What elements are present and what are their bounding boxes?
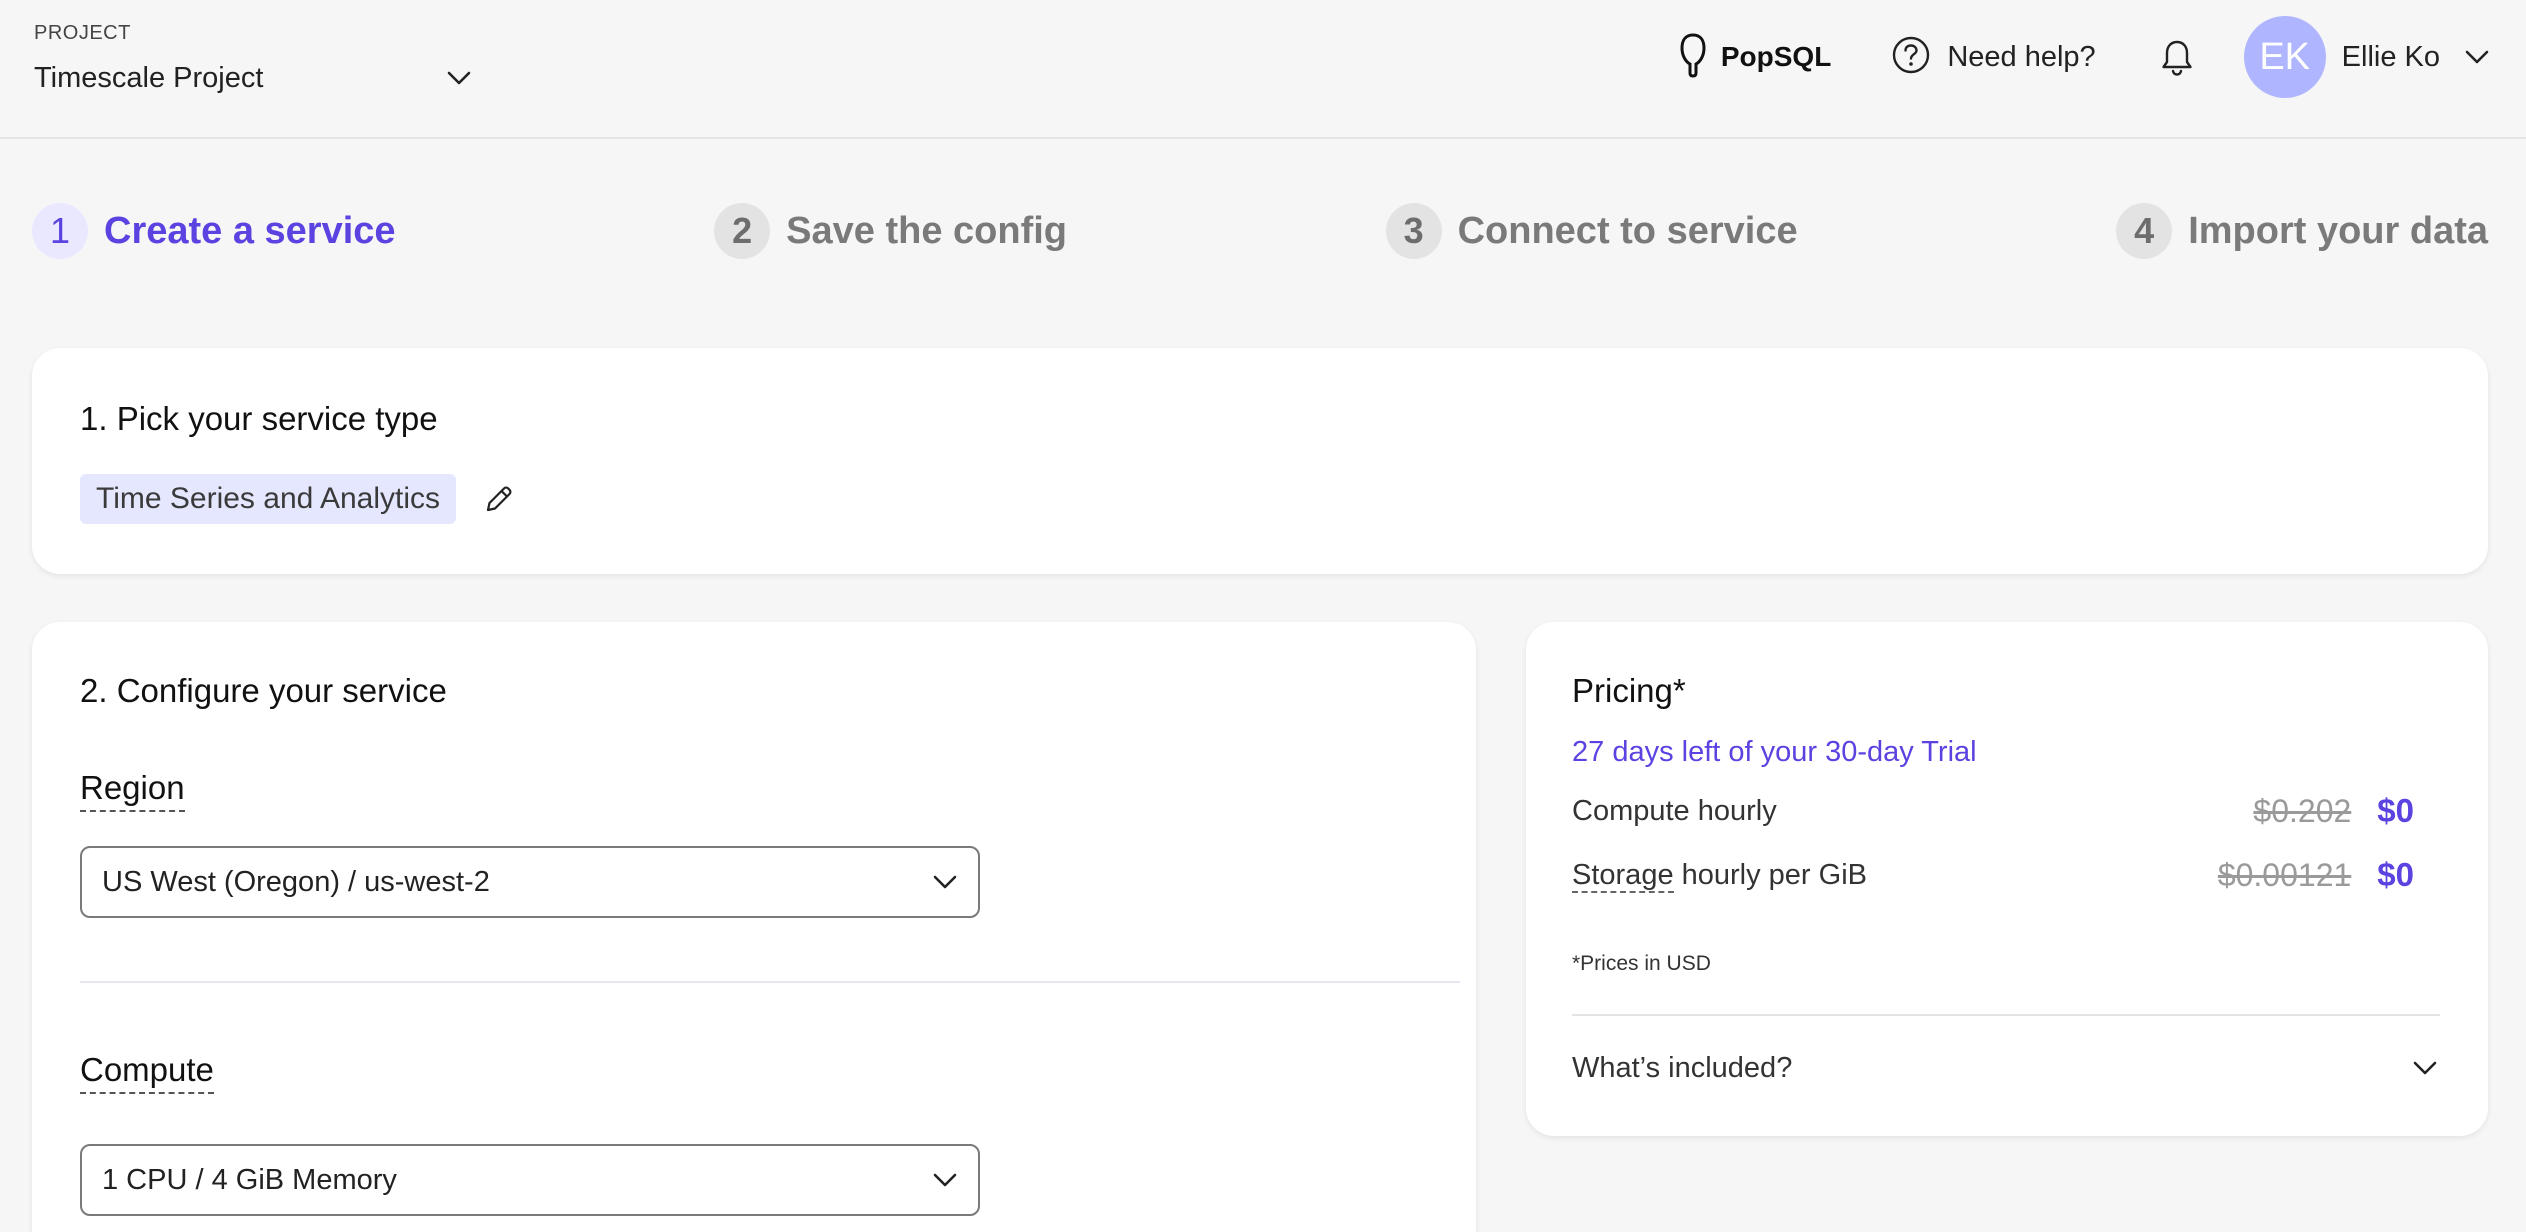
step-save-config[interactable]: 2 Save the config [714, 203, 1067, 259]
popsql-link[interactable]: PopSQL [1679, 32, 1831, 83]
step-number: 4 [2116, 203, 2173, 259]
section-divider [80, 981, 1460, 983]
project-selector[interactable]: Timescale Project [34, 58, 474, 98]
setup-stepper: 1 Create a service 2 Save the config 3 C… [32, 202, 2488, 260]
compute-price-values: $0.202 $0 [2253, 792, 2414, 830]
prices-note: *Prices in USD [1572, 952, 1711, 975]
project-label: PROJECT [34, 22, 131, 44]
service-type-row: Time Series and Analytics [80, 474, 516, 524]
popsql-icon [1679, 32, 1707, 83]
pencil-icon[interactable] [482, 482, 516, 516]
compute-price-row: Compute hourly $0.202 $0 [1572, 790, 2414, 832]
pricing-title: Pricing* [1572, 672, 1686, 709]
compute-old-price: $0.202 [2253, 792, 2352, 829]
step-label: Import your data [2188, 209, 2488, 252]
pricing-divider [1572, 1014, 2440, 1016]
storage-term[interactable]: Storage [1572, 858, 1674, 893]
storage-new-price: $0 [2377, 856, 2414, 893]
user-name: Ellie Ko [2341, 40, 2440, 73]
configure-title: 2. Configure your service [80, 672, 447, 709]
storage-label-rest: hourly per GiB [1673, 858, 1867, 891]
compute-value: 1 CPU / 4 GiB Memory [102, 1163, 397, 1196]
question-circle-icon [1891, 35, 1931, 80]
help-link[interactable]: Need help? [1891, 35, 2096, 80]
project-name: Timescale Project [34, 61, 264, 94]
storage-price-values: $0.00121 $0 [2218, 856, 2414, 894]
step-number: 3 [1385, 203, 1442, 259]
help-label: Need help? [1947, 40, 2096, 73]
chevron-down-icon [2462, 42, 2492, 72]
popsql-label: PopSQL [1720, 41, 1832, 72]
step-label: Connect to service [1457, 209, 1798, 252]
notifications-bell-icon[interactable] [2158, 37, 2196, 77]
compute-new-price: $0 [2377, 792, 2414, 829]
region-label[interactable]: Region [80, 769, 185, 813]
pricing-card: Pricing* 27 days left of your 30-day Tri… [1526, 622, 2488, 1136]
trial-notice: 27 days left of your 30-day Trial [1572, 736, 1977, 768]
storage-old-price: $0.00121 [2217, 856, 2352, 893]
chevron-down-icon [930, 867, 960, 897]
whats-included-toggle[interactable]: What’s included? [1572, 1040, 2440, 1096]
top-bar: PROJECT Timescale Project PopSQL Need he… [0, 0, 2526, 139]
step-import-data[interactable]: 4 Import your data [2116, 203, 2488, 259]
header-actions: PopSQL Need help? EK Ellie Ko [1679, 16, 2492, 98]
region-value: US West (Oregon) / us-west-2 [102, 865, 490, 898]
configure-service-card: 2. Configure your service Region US West… [32, 622, 1476, 1232]
service-type-card: 1. Pick your service type Time Series an… [32, 348, 2488, 574]
whats-included-label: What’s included? [1572, 1051, 1793, 1084]
compute-select[interactable]: 1 CPU / 4 GiB Memory [80, 1144, 980, 1216]
storage-price-label: Storage hourly per GiB [1572, 858, 1867, 893]
chevron-down-icon [444, 63, 474, 93]
step-number: 2 [714, 203, 771, 259]
service-type-chip: Time Series and Analytics [80, 474, 457, 524]
step-number: 1 [32, 203, 88, 259]
chevron-down-icon [2410, 1053, 2440, 1083]
step-label: Create a service [104, 209, 396, 252]
step-create-service[interactable]: 1 Create a service [32, 203, 396, 259]
user-menu[interactable]: EK Ellie Ko [2243, 16, 2492, 98]
step-label: Save the config [786, 209, 1067, 252]
storage-price-row: Storage hourly per GiB $0.00121 $0 [1572, 854, 2414, 896]
step-connect-service[interactable]: 3 Connect to service [1385, 203, 1798, 259]
avatar: EK [2243, 16, 2326, 98]
compute-label[interactable]: Compute [80, 1051, 214, 1095]
chevron-down-icon [930, 1165, 960, 1195]
region-select[interactable]: US West (Oregon) / us-west-2 [80, 846, 980, 918]
service-type-title: 1. Pick your service type [80, 400, 438, 437]
compute-price-label: Compute hourly [1572, 794, 1777, 827]
